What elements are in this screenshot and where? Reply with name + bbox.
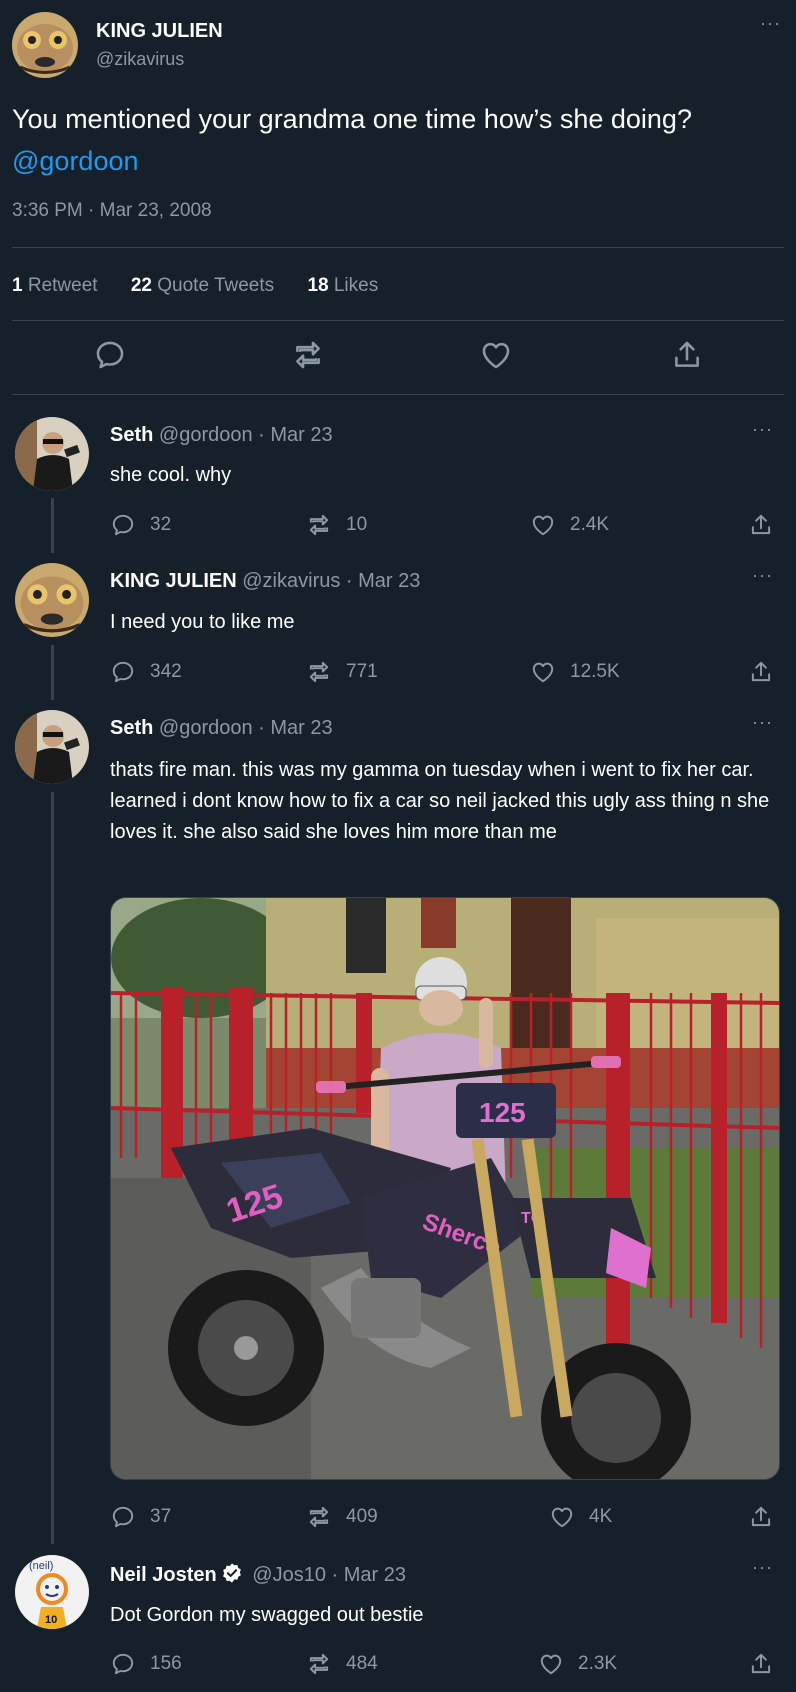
- reply-text: Dot Gordon my swagged out bestie: [110, 1604, 424, 1626]
- more-icon[interactable]: ···: [752, 713, 773, 731]
- retweet-action[interactable]: 484: [306, 1649, 378, 1679]
- reply-icon[interactable]: [93, 338, 127, 372]
- avatar[interactable]: [15, 563, 89, 637]
- reply-text: thats fire man. this was my gamma on tue…: [110, 759, 770, 843]
- retweet-action[interactable]: 10: [306, 510, 367, 540]
- reply-header: Seth @gordoon · Mar 23: [110, 424, 333, 447]
- verified-icon: [222, 1563, 241, 1583]
- handle-date[interactable]: @Jos10 · Mar 23: [252, 1564, 406, 1586]
- reply-header: KING JULIEN @zikavirus · Mar 23: [110, 570, 420, 593]
- share-action[interactable]: [748, 1502, 788, 1532]
- share-action[interactable]: [748, 1649, 788, 1679]
- reply-header: Neil Josten @Jos10 · Mar 23: [110, 1562, 406, 1587]
- reply-icon: [110, 1651, 136, 1677]
- thread-line: [51, 645, 54, 700]
- like-action[interactable]: 12.5K: [530, 657, 620, 687]
- retweet-icon: [306, 512, 332, 538]
- share-action[interactable]: [748, 510, 788, 540]
- avatar[interactable]: [15, 417, 89, 491]
- likes-stat[interactable]: 18 Likes: [307, 275, 378, 296]
- more-icon[interactable]: ···: [752, 566, 773, 584]
- retweet-icon[interactable]: [291, 338, 325, 372]
- like-icon: [549, 1504, 575, 1530]
- mention-link[interactable]: @gordoon: [12, 146, 139, 176]
- retweet-action[interactable]: 409: [306, 1502, 378, 1532]
- divider: [12, 247, 784, 248]
- engagement-stats: 1 Retweet 22 Quote Tweets 18 Likes: [12, 275, 406, 297]
- like-action[interactable]: 2.3K: [538, 1649, 617, 1679]
- like-action[interactable]: 2.4K: [530, 510, 609, 540]
- reply-action[interactable]: 156: [110, 1649, 182, 1679]
- avatar[interactable]: (neil) 10: [15, 1555, 89, 1629]
- reply-action[interactable]: 342: [110, 657, 182, 687]
- handle-date[interactable]: @zikavirus · Mar 23: [242, 570, 420, 592]
- handle[interactable]: @zikavirus: [96, 49, 184, 70]
- reply-text: she cool. why: [110, 464, 232, 486]
- share-icon[interactable]: [670, 338, 704, 372]
- main-actions: [0, 338, 796, 372]
- thread-line: [51, 792, 54, 1544]
- display-name[interactable]: Seth: [110, 424, 153, 446]
- reply-action[interactable]: 32: [110, 510, 171, 540]
- reply-icon: [110, 1504, 136, 1530]
- retweet-action[interactable]: 771: [306, 657, 378, 687]
- like-icon: [530, 512, 556, 538]
- display-name[interactable]: KING JULIEN: [110, 570, 237, 592]
- more-icon[interactable]: ···: [760, 14, 781, 32]
- timestamp[interactable]: 3:36 PM · Mar 23, 2008: [12, 200, 212, 222]
- display-name[interactable]: KING JULIEN: [96, 20, 223, 43]
- more-icon[interactable]: ···: [752, 420, 773, 438]
- seth-avatar-icon: [15, 710, 89, 784]
- attached-photo[interactable]: 125 Sherco 125 TC: [110, 897, 780, 1480]
- retweet-icon: [306, 1651, 332, 1677]
- share-icon: [748, 1504, 774, 1530]
- neil-avatar-icon: (neil) 10: [15, 1555, 89, 1629]
- share-icon: [748, 512, 774, 538]
- grandma-motorbike-photo: 125 Sherco 125 TC: [111, 898, 779, 1479]
- retweet-icon: [306, 659, 332, 685]
- avatar-caption: (neil): [29, 1560, 53, 1572]
- bike-front-number: 125: [479, 1097, 526, 1128]
- quotes-stat[interactable]: 22 Quote Tweets: [131, 275, 274, 296]
- reply-action[interactable]: 37: [110, 1502, 171, 1532]
- jersey-number: 10: [45, 1614, 57, 1626]
- seth-avatar-icon: [15, 417, 89, 491]
- like-icon[interactable]: [479, 338, 513, 372]
- like-icon: [538, 1651, 564, 1677]
- share-icon: [748, 659, 774, 685]
- handle-date[interactable]: @gordoon · Mar 23: [159, 424, 333, 446]
- display-name[interactable]: Neil Josten: [110, 1564, 217, 1586]
- more-icon[interactable]: ···: [752, 1558, 773, 1576]
- retweets-stat[interactable]: 1 Retweet: [12, 275, 98, 296]
- share-action[interactable]: [748, 657, 788, 687]
- reply-text: I need you to like me: [110, 611, 295, 633]
- like-icon: [530, 659, 556, 685]
- avatar[interactable]: [15, 710, 89, 784]
- lemur-avatar-icon: [15, 563, 89, 637]
- share-icon: [748, 1651, 774, 1677]
- retweet-icon: [306, 1504, 332, 1530]
- avatar[interactable]: [12, 12, 78, 78]
- reply-icon: [110, 659, 136, 685]
- divider: [12, 394, 784, 395]
- like-action[interactable]: 4K: [549, 1502, 612, 1532]
- reply-header: Seth @gordoon · Mar 23: [110, 717, 333, 740]
- tweet-text: You mentioned your grandma one time how’…: [12, 98, 752, 182]
- reply-icon: [110, 512, 136, 538]
- divider: [12, 320, 784, 321]
- thread-line: [51, 498, 54, 553]
- tweet-text-body: You mentioned your grandma one time how’…: [12, 104, 692, 134]
- display-name[interactable]: Seth: [110, 717, 153, 739]
- lemur-avatar-icon: [12, 12, 78, 78]
- handle-date[interactable]: @gordoon · Mar 23: [159, 717, 333, 739]
